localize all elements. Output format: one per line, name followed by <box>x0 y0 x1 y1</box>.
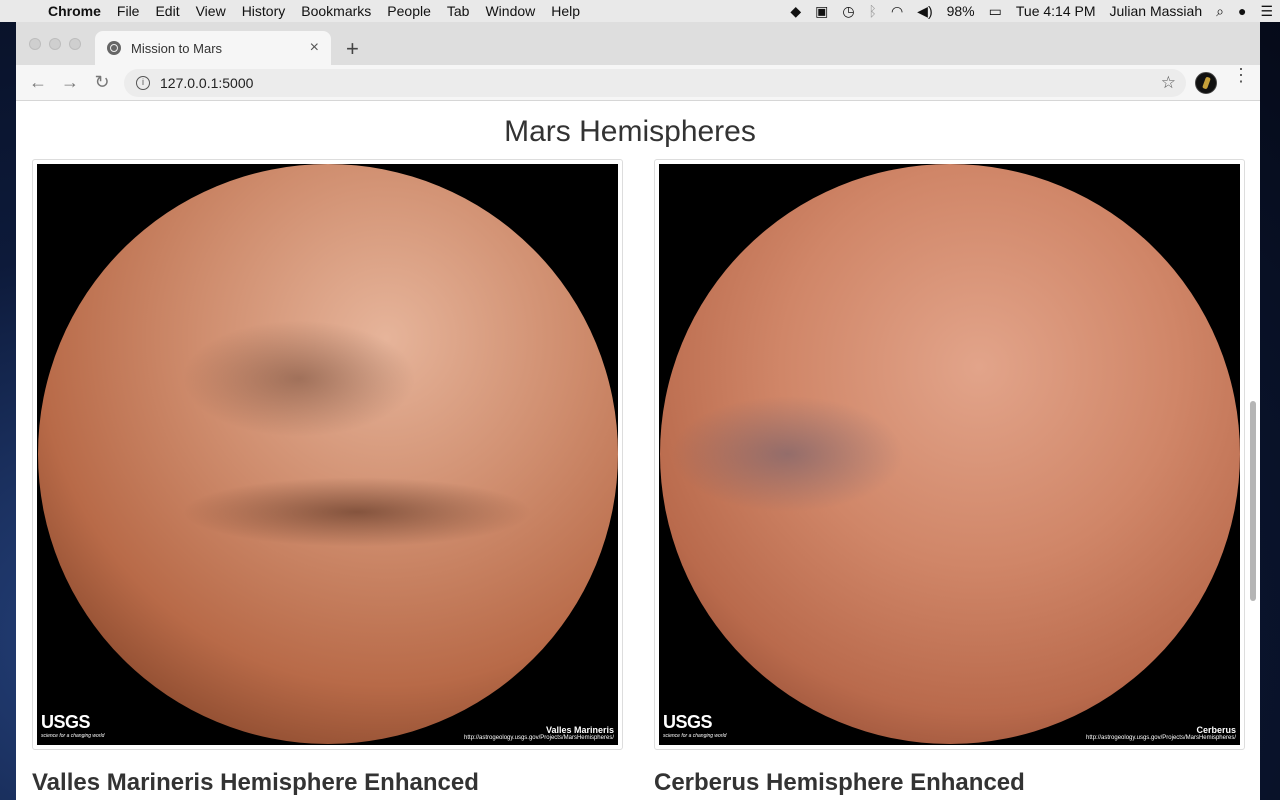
menu-file[interactable]: File <box>109 3 148 19</box>
window-controls <box>29 38 81 50</box>
address-bar[interactable]: i 127.0.0.1:5000 ☆ <box>124 69 1186 97</box>
reload-button[interactable]: ↻ <box>86 72 118 93</box>
close-tab-icon[interactable]: × <box>310 39 319 57</box>
profile-avatar[interactable] <box>1195 72 1217 94</box>
time-machine-icon[interactable]: ◷ <box>835 3 861 20</box>
hemisphere-card: USGS science for a changing world Cerber… <box>654 159 1245 750</box>
menu-tab[interactable]: Tab <box>439 3 478 19</box>
hemisphere-title: Cerberus Hemisphere Enhanced <box>654 769 1025 796</box>
menu-window[interactable]: Window <box>477 3 543 19</box>
menu-view[interactable]: View <box>188 3 234 19</box>
browser-toolbar: ← → ↻ i 127.0.0.1:5000 ☆ ⋮ <box>16 65 1260 101</box>
battery-percent[interactable]: 98% <box>940 3 982 19</box>
wifi-icon[interactable]: ◠ <box>884 3 910 20</box>
menu-bookmarks[interactable]: Bookmarks <box>293 3 379 19</box>
tab-mission-to-mars[interactable]: Mission to Mars × <box>95 31 331 65</box>
forward-button[interactable]: → <box>54 72 86 93</box>
bookmark-star-icon[interactable]: ☆ <box>1161 73 1176 93</box>
browser-menu-button[interactable]: ⋮ <box>1232 66 1250 84</box>
volume-icon[interactable]: ◀) <box>910 3 939 20</box>
user-name[interactable]: Julian Massiah <box>1103 3 1210 19</box>
site-info-icon[interactable]: i <box>136 76 150 90</box>
menu-history[interactable]: History <box>234 3 294 19</box>
menu-edit[interactable]: Edit <box>147 3 187 19</box>
macos-menu-bar: Chrome File Edit View History Bookmarks … <box>0 0 1280 22</box>
minimize-window-button[interactable] <box>49 38 61 50</box>
globe-icon <box>107 41 121 55</box>
page-scrollbar[interactable] <box>1250 401 1256 601</box>
status-area: ◆ ▣ ◷ ᛒ ◠ ◀) 98% ▭ Tue 4:14 PM Julian Ma… <box>783 0 1280 22</box>
close-window-button[interactable] <box>29 38 41 50</box>
hemisphere-title: Valles Marineris Hemisphere Enhanced <box>32 769 479 796</box>
usgs-logo: USGS science for a changing world <box>41 712 105 739</box>
battery-icon[interactable]: ▭ <box>982 3 1009 20</box>
zoom-window-button[interactable] <box>69 38 81 50</box>
browser-window: Mission to Mars × + ← → ↻ i 127.0.0.1:50… <box>16 22 1260 800</box>
hemisphere-card: USGS science for a changing world Valles… <box>32 159 623 750</box>
image-caption: Cerberus http://astrogeology.usgs.gov/Pr… <box>1086 725 1236 741</box>
page-title: Mars Hemispheres <box>504 115 756 148</box>
notification-center-icon[interactable]: ☰ <box>1253 3 1280 20</box>
hemisphere-image: USGS science for a changing world Valles… <box>37 164 618 745</box>
mars-cerberus-image <box>660 164 1240 744</box>
tab-strip: Mission to Mars × + <box>16 22 1260 65</box>
page-viewport: Mars Hemispheres USGS science for a chan… <box>16 101 1260 800</box>
image-caption: Valles Marineris http://astrogeology.usg… <box>464 725 614 741</box>
menu-app-name[interactable]: Chrome <box>40 3 109 19</box>
drive-icon[interactable]: ▣ <box>808 3 835 20</box>
bluetooth-icon[interactable]: ᛒ <box>862 3 884 19</box>
mars-valles-marineris-image <box>38 164 618 744</box>
menu-help[interactable]: Help <box>543 3 588 19</box>
usgs-logo: USGS science for a changing world <box>663 712 727 739</box>
hemisphere-image: USGS science for a changing world Cerber… <box>659 164 1240 745</box>
siri-icon[interactable]: ● <box>1231 3 1253 19</box>
spotlight-icon[interactable]: ⌕ <box>1209 3 1231 20</box>
new-tab-button[interactable]: + <box>346 36 359 62</box>
url-text[interactable]: 127.0.0.1:5000 <box>160 75 253 91</box>
back-button[interactable]: ← <box>22 72 54 93</box>
clock[interactable]: Tue 4:14 PM <box>1009 3 1103 19</box>
menu-people[interactable]: People <box>379 3 439 19</box>
dropbox-icon[interactable]: ◆ <box>783 3 808 20</box>
tab-title: Mission to Mars <box>131 40 223 56</box>
